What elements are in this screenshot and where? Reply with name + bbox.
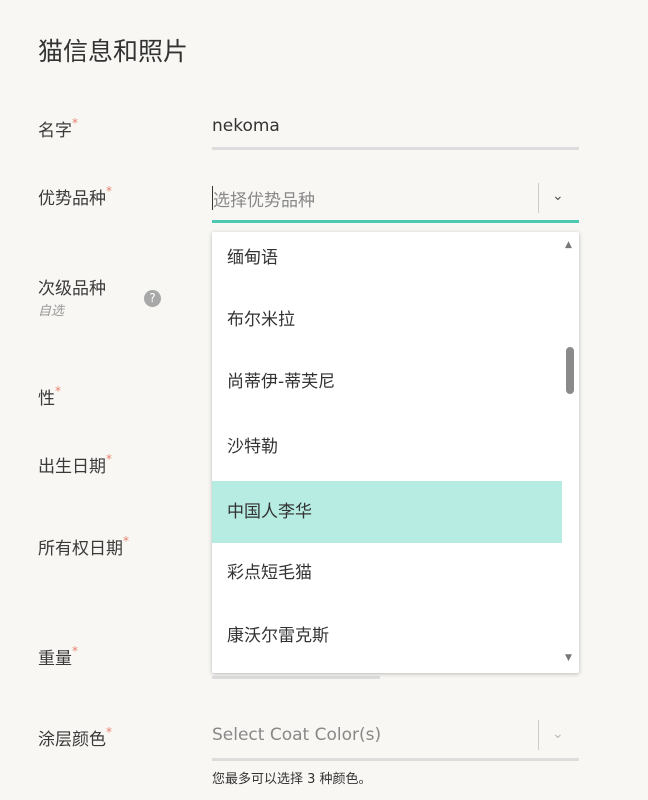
- list-item[interactable]: 尚蒂伊-蒂芙尼: [212, 351, 562, 413]
- list-item[interactable]: 康沃尔雷克斯: [212, 605, 562, 667]
- label-text: 涂层颜色: [38, 730, 106, 750]
- label-text: 出生日期: [38, 457, 106, 477]
- name-underline: [212, 147, 579, 150]
- dominant-breed-underline: [212, 220, 579, 223]
- list-item[interactable]: 彩点短毛猫: [212, 542, 562, 604]
- label-text: 重量: [38, 649, 72, 669]
- label-text: 所有权日期: [38, 539, 123, 559]
- list-item[interactable]: 布尔米拉: [212, 289, 562, 351]
- name-input[interactable]: nekoma: [212, 116, 579, 136]
- birth-date-label: 出生日期*: [38, 452, 112, 477]
- list-item[interactable]: 缅甸语: [212, 232, 562, 289]
- list-item-highlighted[interactable]: 中国人李华: [212, 481, 562, 543]
- label-text: 名字: [38, 121, 72, 141]
- required-mark: *: [106, 184, 112, 198]
- weight-underline: [212, 676, 380, 679]
- chevron-down-icon[interactable]: ⌄: [552, 188, 564, 204]
- help-icon[interactable]: ?: [144, 290, 161, 307]
- list-item[interactable]: 沙特勒: [212, 416, 562, 478]
- label-text: 优势品种: [38, 189, 106, 209]
- required-mark: *: [72, 116, 78, 130]
- separator: [538, 720, 539, 750]
- scroll-up-arrow-icon[interactable]: ▲: [565, 240, 572, 250]
- required-mark: *: [72, 644, 78, 658]
- ownership-date-label: 所有权日期*: [38, 534, 129, 559]
- dominant-breed-select[interactable]: 选择优势品种: [212, 186, 580, 211]
- weight-label: 重量*: [38, 644, 78, 669]
- dominant-breed-label: 优势品种*: [38, 184, 112, 209]
- separator: [538, 183, 539, 213]
- coat-color-select[interactable]: Select Coat Color(s): [212, 725, 579, 745]
- coat-color-label: 涂层颜色*: [38, 725, 112, 750]
- scrollbar-thumb[interactable]: [566, 347, 574, 394]
- label-text: 性: [38, 389, 55, 409]
- coat-color-hint: 您最多可以选择 3 种颜色。: [212, 772, 372, 787]
- scroll-down-arrow-icon[interactable]: ▼: [565, 653, 572, 663]
- required-mark: *: [123, 534, 129, 548]
- sex-label: 性*: [38, 384, 61, 409]
- name-label: 名字*: [38, 116, 78, 141]
- page-title: 猫信息和照片: [38, 37, 189, 66]
- optional-text: 自选: [38, 304, 65, 319]
- chevron-down-icon[interactable]: ⌄: [552, 726, 564, 742]
- secondary-breed-label: 次级品种: [38, 279, 106, 299]
- breed-dropdown-list[interactable]: 缅甸语 布尔米拉 尚蒂伊-蒂芙尼 沙特勒 中国人李华 彩点短毛猫 康沃尔雷克斯: [212, 232, 579, 673]
- required-mark: *: [106, 452, 112, 466]
- required-mark: *: [106, 725, 112, 739]
- required-mark: *: [55, 384, 61, 398]
- coat-color-underline: [212, 758, 579, 761]
